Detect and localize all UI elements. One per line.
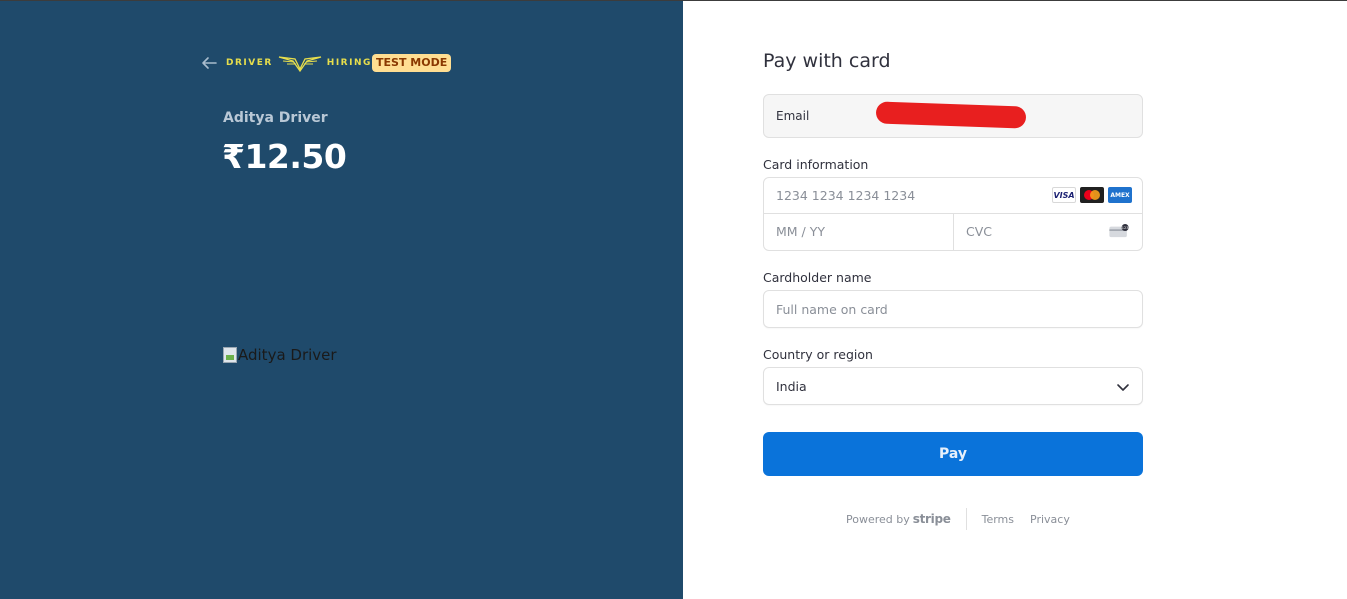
test-mode-badge: TEST MODE	[372, 54, 452, 72]
stripe-logo: stripe	[912, 512, 951, 526]
expiry-placeholder: MM / YY	[776, 224, 825, 239]
cardholder-placeholder: Full name on card	[776, 302, 888, 317]
merchant-logo[interactable]: DRIVER HIRING	[226, 52, 372, 74]
chevron-down-icon	[1117, 384, 1129, 391]
powered-by-text: Powered by	[846, 512, 910, 526]
amex-icon: AMEX	[1108, 187, 1132, 203]
cardholder-name-input[interactable]: Full name on card	[763, 290, 1143, 328]
card-brands: VISA AMEX	[1052, 187, 1132, 203]
total-amount: ₹12.50	[222, 137, 347, 176]
redaction-mark	[875, 101, 1027, 129]
email-field[interactable]: Email	[763, 94, 1143, 138]
country-selected-value: India	[776, 379, 807, 394]
cardholder-name-label: Cardholder name	[763, 270, 872, 285]
powered-by-stripe[interactable]: Powered by stripe	[846, 512, 951, 526]
wings-logo-icon	[278, 56, 321, 73]
broken-image-icon	[223, 347, 237, 363]
logo-text-right: HIRING	[326, 58, 372, 68]
card-information-label: Card information	[763, 157, 869, 172]
email-label: Email	[776, 109, 810, 123]
mastercard-icon	[1080, 187, 1104, 203]
footer: Powered by stripe Terms Privacy	[846, 508, 1086, 530]
payment-form-panel: Pay with card Email Card information 123…	[683, 0, 1347, 599]
card-divider	[953, 214, 954, 250]
window-top-border	[0, 0, 1347, 1]
card-information-group: 1234 1234 1234 1234 VISA AMEX MM / YY CV…	[763, 177, 1143, 251]
footer-divider	[965, 508, 967, 530]
card-cvc-input[interactable]: CVC 123	[954, 214, 1142, 250]
card-number-placeholder: 1234 1234 1234 1234	[776, 188, 916, 203]
card-expiry-input[interactable]: MM / YY	[764, 214, 953, 250]
product-name: Aditya Driver	[223, 110, 328, 126]
cvc-card-icon: 123	[1109, 224, 1129, 238]
product-image-alt: Aditya Driver	[238, 346, 337, 364]
terms-link[interactable]: Terms	[982, 513, 1014, 526]
svg-text:123: 123	[1122, 226, 1129, 230]
logo-text-left: DRIVER	[226, 58, 273, 68]
order-summary-panel: DRIVER HIRING TEST MODE Aditya Driver ₹1…	[0, 0, 683, 599]
country-label: Country or region	[763, 347, 873, 362]
cvc-placeholder: CVC	[966, 224, 993, 239]
visa-icon: VISA	[1052, 187, 1076, 203]
back-arrow-icon[interactable]	[200, 55, 218, 71]
privacy-link[interactable]: Privacy	[1030, 513, 1070, 526]
product-image: Aditya Driver	[223, 346, 337, 364]
pay-button[interactable]: Pay	[763, 432, 1143, 476]
card-number-input[interactable]: 1234 1234 1234 1234 VISA AMEX	[764, 178, 1142, 214]
country-select[interactable]: India	[763, 367, 1143, 405]
page-title: Pay with card	[763, 50, 891, 72]
